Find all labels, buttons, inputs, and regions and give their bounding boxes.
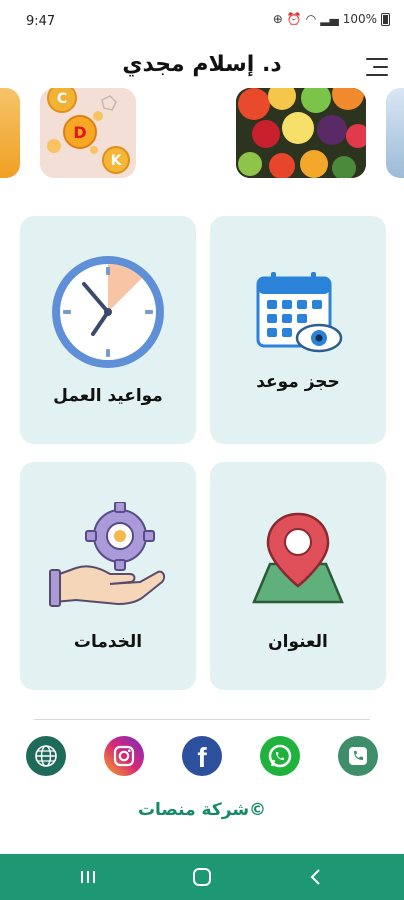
clock-icon [48, 252, 168, 376]
map-pin-icon [250, 510, 346, 610]
card-label: مواعيد العمل [53, 386, 163, 406]
status-icons: ⊕ ⏰ ◠ ▂▄ 100% [273, 12, 390, 26]
address-card[interactable]: العنوان [210, 462, 386, 690]
copyright-text: ©شركة منصات [137, 800, 267, 820]
fruit-illustration [236, 88, 366, 178]
orange-juice-slide[interactable] [0, 88, 20, 178]
instagram-icon[interactable] [104, 736, 144, 776]
calendar-eye-icon [253, 272, 343, 364]
status-time: 9:47 [26, 14, 56, 29]
notification-icon: ⊕ [272, 12, 283, 26]
alarm-icon: ⏰ [286, 12, 302, 26]
whatsapp-icon[interactable] [260, 736, 300, 776]
card-label: حجز موعد [256, 372, 340, 392]
facebook-icon[interactable]: f [182, 736, 222, 776]
next-slide[interactable] [386, 88, 404, 178]
phone-icon[interactable] [338, 736, 378, 776]
card-label: العنوان [268, 632, 328, 652]
battery-icon [381, 12, 390, 26]
vitamins-illustration: C D K [47, 88, 130, 174]
fruit-slide[interactable] [236, 88, 366, 178]
working-hours-card[interactable]: مواعيد العمل [20, 216, 196, 444]
book-appointment-card[interactable]: حجز موعد [210, 216, 386, 444]
status-bar: 9:47 ⊕ ⏰ ◠ ▂▄ 100% [0, 0, 404, 44]
menu-icon[interactable] [366, 58, 388, 76]
card-label: الخدمات [73, 632, 143, 652]
vitamins-slide[interactable]: C D K [40, 88, 136, 178]
divider [34, 719, 370, 720]
back-icon[interactable] [296, 862, 336, 892]
recent-apps-icon[interactable] [68, 862, 108, 892]
page-title: د. إسلام مجدي [122, 52, 282, 77]
home-icon[interactable] [182, 862, 222, 892]
signal-icon: ▂▄ [320, 12, 339, 26]
image-carousel[interactable]: C D K [0, 88, 404, 180]
vitamin-k-label: K [111, 153, 123, 169]
social-links: f [0, 736, 404, 778]
wifi-icon: ◠ [305, 12, 317, 26]
app-header: د. إسلام مجدي [0, 44, 404, 90]
website-icon[interactable] [26, 736, 66, 776]
services-card[interactable]: الخدمات [20, 462, 196, 690]
vitamin-d-label: D [73, 123, 86, 142]
battery-percent: 100% [342, 12, 377, 26]
hand-gear-icon [48, 501, 168, 616]
vitamin-c-label: C [57, 91, 67, 107]
system-nav-bar [0, 854, 404, 900]
